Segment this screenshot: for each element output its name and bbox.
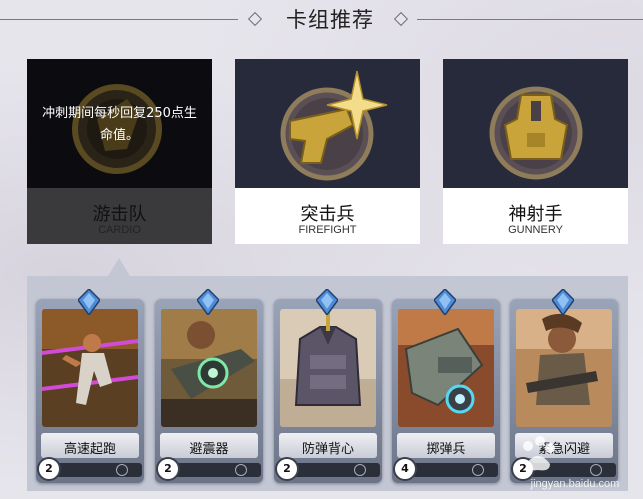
deck-label-area: 游击队 CARDIO bbox=[27, 188, 212, 244]
header-divider-right bbox=[417, 19, 643, 20]
scope-emblem-icon bbox=[489, 86, 583, 180]
card-cost: 4 bbox=[393, 457, 417, 481]
deck-card-cardio[interactable]: 冲刺期间每秒回复250点生命值。 游击队 CARDIO bbox=[27, 59, 212, 244]
baidu-paw-icon bbox=[523, 436, 555, 471]
deck-art: 冲刺期间每秒回复250点生命值。 bbox=[27, 59, 212, 188]
section-title: 卡组推荐 bbox=[286, 8, 374, 32]
rarity-gem-icon bbox=[78, 289, 100, 315]
card-bulletproof-vest[interactable]: 防弹背心 2 bbox=[274, 289, 382, 483]
deck-card-firefight[interactable]: 突击兵 FIREFIGHT bbox=[235, 59, 420, 244]
deck-name-en: CARDIO bbox=[98, 224, 141, 236]
card-name-bar: 避震器 bbox=[160, 433, 258, 458]
deck-label-area: 突击兵 FIREFIGHT bbox=[235, 188, 420, 244]
rarity-dot-icon bbox=[116, 464, 128, 476]
bulletproof-vest-art-icon bbox=[280, 309, 376, 427]
deck-art bbox=[443, 59, 628, 188]
deck-name-cn: 神射手 bbox=[508, 204, 563, 225]
card-name-bar: 掷弹兵 bbox=[397, 433, 495, 458]
card-bottom-bar bbox=[56, 463, 142, 477]
card-cost: 2 bbox=[37, 457, 61, 481]
card-name: 掷弹兵 bbox=[426, 442, 466, 457]
card-name-bar: 防弹背心 bbox=[279, 433, 377, 458]
card-name: 避震器 bbox=[189, 442, 229, 457]
card-cost: 2 bbox=[156, 457, 180, 481]
shock-absorber-art-icon bbox=[161, 309, 257, 427]
deck-name-en: FIREFIGHT bbox=[298, 224, 357, 236]
card-sprint-start[interactable]: 高速起跑 2 bbox=[36, 289, 144, 483]
card-name: 高速起跑 bbox=[63, 442, 116, 457]
deck-name-cn: 突击兵 bbox=[300, 204, 355, 225]
rarity-gem-icon bbox=[434, 289, 456, 315]
rarity-dot-icon bbox=[235, 464, 247, 476]
card-grenadier[interactable]: 掷弹兵 4 bbox=[392, 289, 500, 483]
deck-tooltip: 冲刺期间每秒回复250点生命值。 bbox=[42, 106, 197, 143]
active-deck-pointer bbox=[108, 258, 130, 276]
gun-starburst-emblem-icon bbox=[280, 70, 388, 181]
rarity-gem-icon bbox=[197, 289, 219, 315]
grenade-launcher-art-icon bbox=[398, 309, 494, 427]
rarity-gem-icon bbox=[552, 289, 574, 315]
card-bottom-bar bbox=[412, 463, 498, 477]
deck-art bbox=[235, 59, 420, 188]
header-divider-left bbox=[0, 19, 238, 20]
card-name-bar: 高速起跑 bbox=[41, 433, 139, 458]
card-name: 防弹背心 bbox=[301, 442, 354, 457]
baidu-watermark: jingyan.baidu.com bbox=[508, 432, 638, 492]
emergency-dodge-art-icon bbox=[516, 309, 612, 427]
deck-label-area: 神射手 GUNNERY bbox=[443, 188, 628, 244]
rarity-dot-icon bbox=[472, 464, 484, 476]
deck-card-gunnery[interactable]: 神射手 GUNNERY bbox=[443, 59, 628, 244]
card-bottom-bar bbox=[294, 463, 380, 477]
rarity-gem-icon bbox=[316, 289, 338, 315]
watermark-text: jingyan.baidu.com bbox=[530, 478, 620, 490]
sprinting-hero-art-icon bbox=[42, 309, 138, 427]
card-shock-absorber[interactable]: 避震器 2 bbox=[155, 289, 263, 483]
card-cost: 2 bbox=[275, 457, 299, 481]
card-bottom-bar bbox=[175, 463, 261, 477]
deck-name-en: GUNNERY bbox=[508, 224, 563, 236]
deck-name-cn: 游击队 bbox=[92, 204, 147, 225]
rarity-dot-icon bbox=[354, 464, 366, 476]
